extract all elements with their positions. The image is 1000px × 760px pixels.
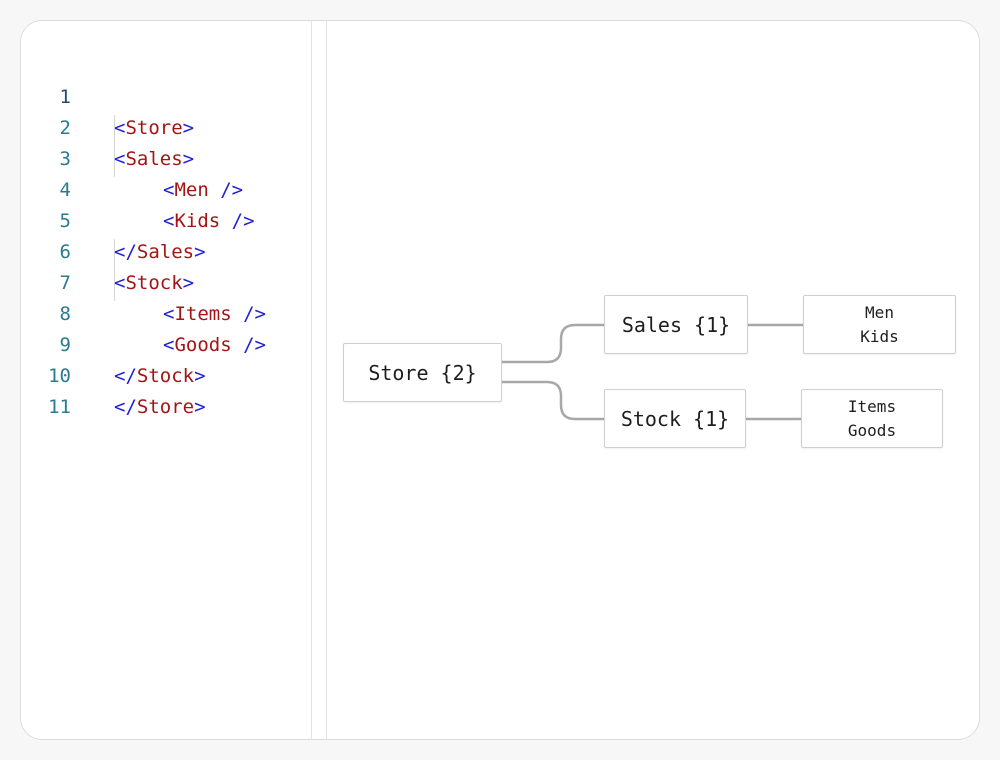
code-line[interactable]: 1 <Store> bbox=[21, 51, 311, 139]
code-line[interactable]: 4 <Kids /> bbox=[21, 144, 311, 232]
code-line[interactable]: 2 <Sales> bbox=[21, 82, 311, 170]
tree-visualizer: Store {2} Sales {1} Stock {1} Men Kids I… bbox=[327, 21, 979, 739]
edge-store-sales bbox=[501, 323, 605, 364]
tree-node-sales-children[interactable]: Men Kids bbox=[803, 295, 956, 354]
tree-node-sales[interactable]: Sales {1} bbox=[604, 295, 748, 354]
node-label: Store {2} bbox=[368, 360, 477, 385]
code-line[interactable]: 7 <Items /> bbox=[21, 237, 311, 325]
node-label: Stock {1} bbox=[620, 406, 730, 431]
code-text: </Store> bbox=[114, 396, 206, 418]
app-window: 1 <Store> 2 <Sales> 3 <Men /> 4 <Kids />… bbox=[20, 20, 980, 740]
leaf-label: Kids bbox=[860, 326, 899, 346]
code-line[interactable]: 9 </Stock> bbox=[21, 299, 311, 387]
code-line[interactable]: 10 </Store> bbox=[21, 330, 311, 418]
line-number: 11 bbox=[48, 396, 71, 418]
leaf-label: Items bbox=[847, 396, 897, 416]
tree-node-stock[interactable]: Stock {1} bbox=[604, 389, 746, 448]
tree-node-store[interactable]: Store {2} bbox=[343, 343, 502, 402]
pane-splitter[interactable] bbox=[311, 21, 327, 739]
code-line[interactable]: 6 <Stock> bbox=[21, 206, 311, 294]
code-line[interactable]: 8 <Goods /> bbox=[21, 268, 311, 356]
code-editor[interactable]: 1 <Store> 2 <Sales> 3 <Men /> 4 <Kids />… bbox=[21, 21, 311, 739]
tree-node-stock-children[interactable]: Items Goods bbox=[801, 389, 943, 448]
node-label: Sales {1} bbox=[621, 312, 731, 337]
code-line[interactable]: 5 </Sales> bbox=[21, 175, 311, 263]
code-line[interactable]: 3 <Men /> bbox=[21, 113, 311, 201]
edge-store-stock bbox=[501, 380, 605, 421]
leaf-label: Goods bbox=[847, 420, 897, 440]
code-line[interactable]: 11 bbox=[21, 361, 311, 418]
leaf-label: Men bbox=[865, 302, 894, 322]
